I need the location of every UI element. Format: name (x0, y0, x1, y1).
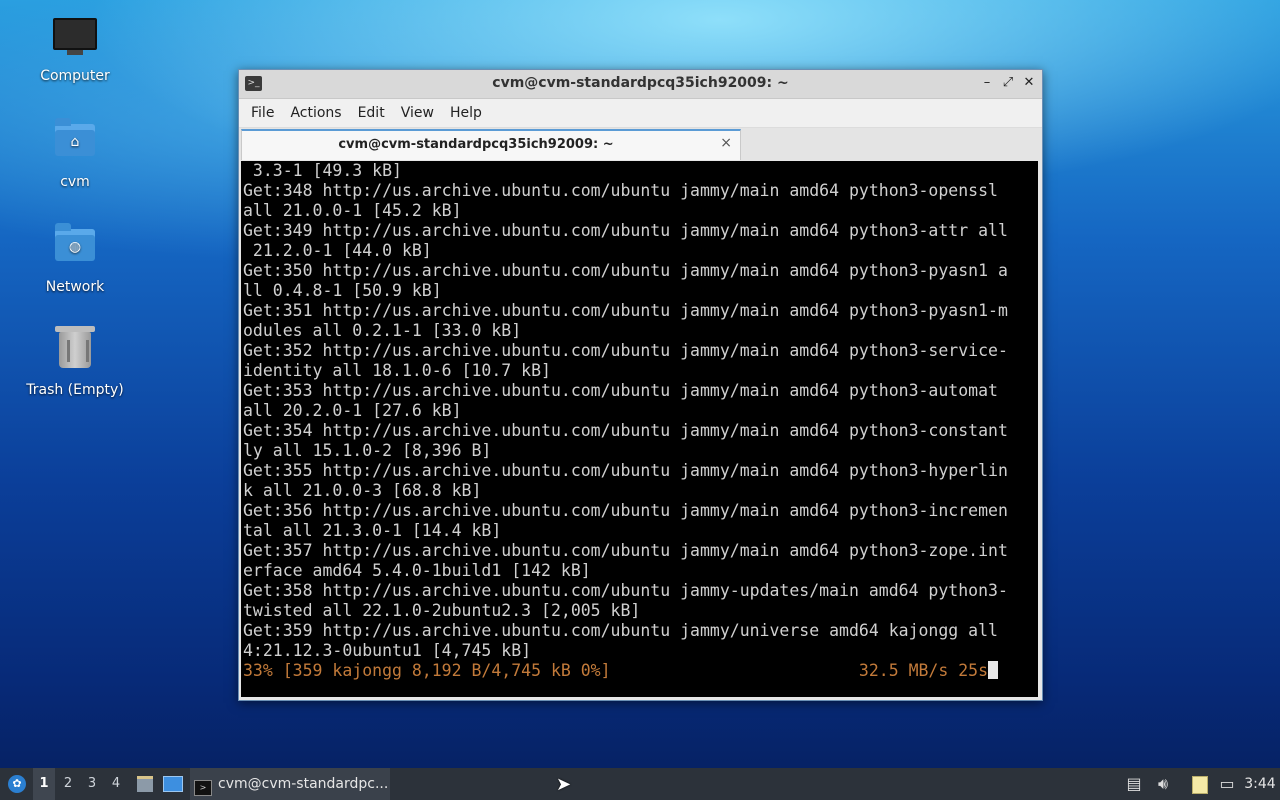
terminal-window: >_ cvm@cvm-standardpcq35ich92009: ~ – ⤢ … (238, 69, 1043, 701)
terminal-line: Get:351 http://us.archive.ubuntu.com/ubu… (243, 301, 1008, 320)
desktop-icon-label: Network (45, 279, 105, 295)
terminal-line: odules all 0.2.1-1 [33.0 kB] (243, 321, 522, 340)
menu-file[interactable]: File (243, 105, 282, 121)
taskbar-task-terminal[interactable]: > cvm@cvm-standardpc... (190, 768, 390, 800)
terminal-line: Get:354 http://us.archive.ubuntu.com/ubu… (243, 421, 1008, 440)
desktop-icon-label: cvm (60, 174, 90, 190)
close-button[interactable]: ✕ (1020, 74, 1038, 92)
menu-bar: File Actions Edit View Help (239, 99, 1042, 128)
terminal-line: tal all 21.3.0-1 [14.4 kB] (243, 521, 502, 540)
mouse-pointer-icon: ➤ (556, 774, 572, 795)
terminal-output[interactable]: 3.3-1 [49.3 kB] Get:348 http://us.archiv… (241, 161, 1038, 697)
workspace-2[interactable]: 2 (57, 768, 79, 800)
terminal-line: 21.2.0-1 [44.0 kB] (243, 241, 432, 260)
terminal-line: 4:21.12.3-0ubuntu1 [4,745 kB] (243, 641, 532, 660)
terminal-line: ly all 15.1.0-2 [8,396 B] (243, 441, 492, 460)
tab-close-icon[interactable]: × (720, 135, 732, 151)
desktop-icon-computer[interactable]: Computer (20, 14, 130, 84)
terminal-line: 3.3-1 [49.3 kB] (243, 161, 402, 180)
menu-actions[interactable]: Actions (282, 105, 349, 121)
tab-label: cvm@cvm-standardpcq35ich92009: ~ (338, 137, 614, 152)
desktop-icon-trash[interactable]: Trash (Empty) (20, 326, 130, 398)
terminal-line: Get:349 http://us.archive.ubuntu.com/ubu… (243, 221, 1008, 240)
workspace-3[interactable]: 3 (81, 768, 103, 800)
terminal-line: Get:350 http://us.archive.ubuntu.com/ubu… (243, 261, 1008, 280)
terminal-text: 3.3-1 [49.3 kB] Get:348 http://us.archiv… (241, 161, 1038, 681)
menu-view[interactable]: View (393, 105, 442, 121)
terminal-line: erface amd64 5.4.0-1build1 [142 kB] (243, 561, 591, 580)
trash-icon (53, 326, 97, 376)
taskbar: ✿ 1 2 3 4 > cvm@cvm-standardpc... ▤ 🔊︎ ▭ … (0, 768, 1280, 800)
terminal-line: identity all 18.1.0-6 [10.7 kB] (243, 361, 551, 380)
volume-icon[interactable]: 🔊︎ (1152, 768, 1174, 800)
terminal-line: Get:353 http://us.archive.ubuntu.com/ubu… (243, 381, 998, 400)
computer-icon (53, 18, 97, 62)
terminal-line: all 20.2.0-1 [27.6 kB] (243, 401, 462, 420)
download-status-line: 33% [359 kajongg 8,192 B/4,745 kB 0%] 32… (243, 661, 989, 680)
desktop-icon-network[interactable]: ◍ Network (20, 223, 130, 295)
network-folder-icon: ◍ (53, 223, 97, 273)
terminal-line: Get:359 http://us.archive.ubuntu.com/ubu… (243, 621, 998, 640)
workspace-4[interactable]: 4 (105, 768, 127, 800)
clipboard-tray-icon[interactable]: ▤ (1124, 768, 1144, 800)
tab-bar: cvm@cvm-standardpcq35ich92009: ~ × (239, 128, 1042, 160)
task-label: cvm@cvm-standardpc... (218, 776, 389, 792)
workspace-1[interactable]: 1 (33, 768, 55, 800)
show-desktop-icon[interactable] (161, 768, 185, 800)
terminal-line: Get:357 http://us.archive.ubuntu.com/ubu… (243, 541, 1008, 560)
menu-edit[interactable]: Edit (350, 105, 393, 121)
terminal-line: Get:352 http://us.archive.ubuntu.com/ubu… (243, 341, 1008, 360)
terminal-line: k all 21.0.0-3 [68.8 kB] (243, 481, 482, 500)
terminal-line: ll 0.4.8-1 [50.9 kB] (243, 281, 442, 300)
terminal-line: twisted all 22.1.0-2ubuntu2.3 [2,005 kB] (243, 601, 641, 620)
desktop-icon-label: Trash (Empty) (26, 382, 124, 398)
home-folder-icon: ⌂ (53, 118, 97, 168)
minimize-button[interactable]: – (978, 74, 996, 92)
desktop-icon-home[interactable]: ⌂ cvm (20, 118, 130, 190)
terminal-line: all 21.0.0-1 [45.2 kB] (243, 201, 462, 220)
clock[interactable]: 3:44 (1242, 768, 1278, 800)
terminal-line: Get:358 http://us.archive.ubuntu.com/ubu… (243, 581, 1008, 600)
notes-tray-icon[interactable] (1189, 768, 1211, 800)
menu-help[interactable]: Help (442, 105, 490, 121)
maximize-button[interactable]: ⤢ (999, 74, 1017, 92)
terminal-task-icon: > (194, 780, 212, 796)
display-tray-icon[interactable]: ▭ (1216, 768, 1238, 800)
file-manager-icon[interactable] (134, 768, 156, 800)
terminal-line: Get:348 http://us.archive.ubuntu.com/ubu… (243, 181, 998, 200)
whisker-menu-icon[interactable]: ✿ (4, 768, 30, 800)
window-title: cvm@cvm-standardpcq35ich92009: ~ (492, 75, 789, 91)
terminal-line: Get:356 http://us.archive.ubuntu.com/ubu… (243, 501, 1008, 520)
desktop-icon-label: Computer (40, 68, 110, 84)
terminal-tab[interactable]: cvm@cvm-standardpcq35ich92009: ~ × (241, 129, 741, 160)
terminal-line: Get:355 http://us.archive.ubuntu.com/ubu… (243, 461, 1008, 480)
window-titlebar[interactable]: >_ cvm@cvm-standardpcq35ich92009: ~ – ⤢ … (239, 70, 1042, 99)
terminal-cursor (988, 661, 999, 679)
